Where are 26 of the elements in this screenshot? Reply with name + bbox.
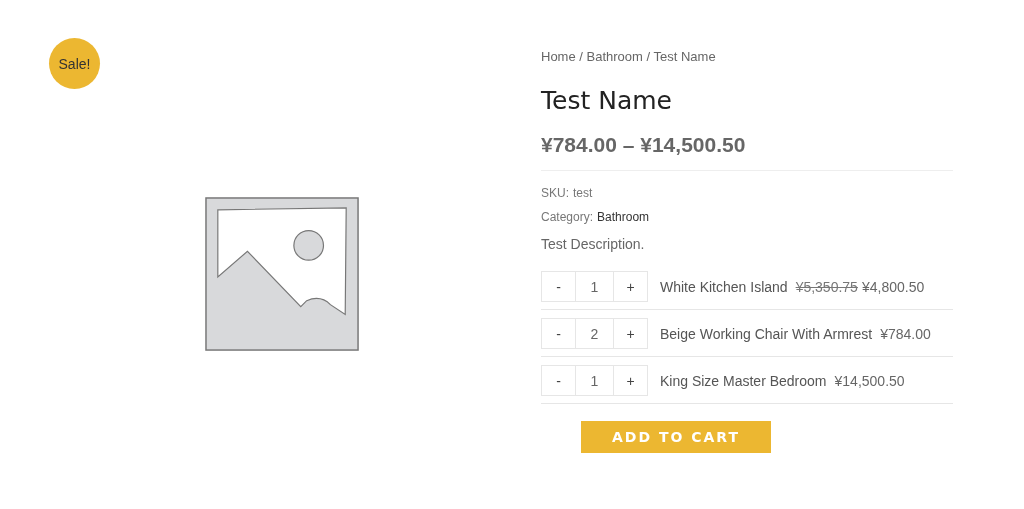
old-price: ¥5,350.75	[795, 278, 858, 295]
decrease-button[interactable]: -	[541, 271, 576, 302]
sale-badge: Sale!	[49, 38, 100, 89]
increase-button[interactable]: +	[613, 271, 648, 302]
meta-value: test	[573, 185, 593, 201]
increase-button[interactable]: +	[613, 365, 648, 396]
product-description: Test Description.	[541, 235, 646, 253]
decrease-button[interactable]: -	[541, 365, 576, 396]
item-price: ¥4,800.50	[861, 278, 925, 295]
quantity-field[interactable]: 1	[576, 271, 613, 302]
item-name: King Size Master Bedroom	[660, 372, 827, 389]
item-price: ¥784.00	[880, 325, 931, 342]
breadcrumb: Home / Bathroom / Test Name	[541, 48, 717, 66]
category-link[interactable]: Bathroom	[597, 209, 650, 225]
quantity-field[interactable]: 1	[576, 365, 613, 396]
item-name: White Kitchen Island	[660, 278, 788, 295]
price-range: ¥784.00 – ¥14,500.50	[541, 132, 747, 158]
product-title: Test Name	[541, 86, 673, 116]
image-placeholder-icon	[203, 195, 362, 354]
decrease-button[interactable]: -	[541, 318, 576, 349]
meta-label: Category:	[541, 209, 594, 225]
quantity-field[interactable]: 2	[576, 318, 613, 349]
item-name: Beige Working Chair With Armrest	[660, 325, 873, 342]
item-price: ¥14,500.50	[834, 372, 905, 389]
meta-label: SKU:	[541, 185, 569, 201]
increase-button[interactable]: +	[613, 318, 648, 349]
